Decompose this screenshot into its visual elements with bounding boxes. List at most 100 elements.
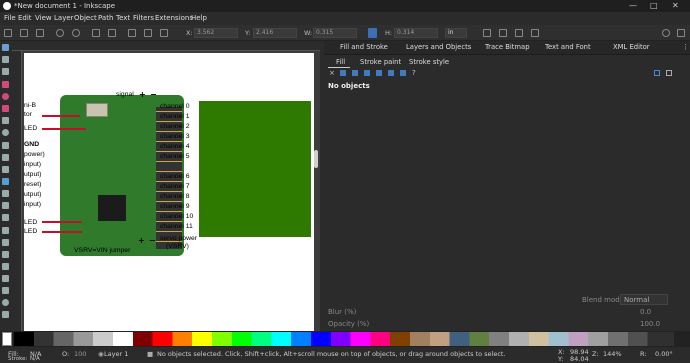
radial-gradient-icon[interactable] (364, 70, 370, 76)
green-rectangle[interactable] (199, 101, 311, 237)
document-page[interactable]: signal + − ni-B tor LED GND power) input… (24, 53, 314, 331)
channel-label: channel 0 (160, 103, 190, 110)
measure-tool-icon[interactable] (2, 287, 9, 294)
transform-stroke-icon[interactable] (483, 29, 491, 37)
menu-object[interactable]: Object (74, 14, 97, 22)
calligraphy-tool-icon[interactable] (2, 166, 9, 173)
snap-toggle-icon[interactable] (677, 29, 685, 37)
text-tool-icon[interactable] (2, 178, 9, 185)
rectangle-tool-icon[interactable] (2, 81, 9, 88)
menu-file[interactable]: File (4, 14, 16, 22)
palette-swatches[interactable] (14, 332, 674, 346)
rotate-ccw-icon[interactable] (56, 29, 64, 37)
gradient-tool-icon[interactable] (2, 239, 9, 246)
maximize-button[interactable]: □ (650, 1, 658, 10)
no-color-swatch[interactable] (2, 332, 12, 346)
pencil-tool-icon[interactable] (2, 154, 9, 161)
lower-icon[interactable] (160, 29, 168, 37)
blend-mode-select[interactable]: Normal (620, 294, 668, 305)
flat-color-icon[interactable] (340, 70, 346, 76)
pages-tool-icon[interactable] (2, 311, 9, 318)
h-field[interactable]: 0.314 (394, 28, 438, 38)
tab-trace-bitmap[interactable]: Trace Bitmap (485, 43, 530, 51)
star-tool-icon[interactable] (2, 105, 9, 112)
flip-horizontal-icon[interactable] (92, 29, 100, 37)
tab-fill-and-stroke[interactable]: Fill and Stroke (340, 43, 388, 51)
subtab-fill[interactable]: Fill (336, 58, 345, 66)
subtab-stroke-paint[interactable]: Stroke paint (360, 58, 401, 66)
menu-path[interactable]: Path (98, 14, 113, 22)
x-field[interactable]: 3.562 (194, 28, 238, 38)
close-button[interactable]: ✕ (672, 1, 679, 10)
fill-rule-evenodd-icon[interactable] (654, 70, 660, 76)
tab-text-and-font[interactable]: Text and Font (545, 43, 591, 51)
subtab-stroke-style[interactable]: Stroke style (409, 58, 449, 66)
w-label: W: (304, 29, 313, 37)
shape-builder-icon[interactable] (2, 202, 9, 209)
y-field[interactable]: 2.416 (253, 28, 297, 38)
selector-tool-icon[interactable] (2, 44, 9, 51)
connector-tool-icon[interactable] (2, 275, 9, 282)
mesh-tool-icon[interactable] (2, 251, 9, 258)
vertical-scrollbar[interactable] (314, 150, 318, 168)
toolbox (0, 41, 12, 331)
zoom-field[interactable]: 144% (603, 350, 622, 358)
spray-tool-icon[interactable] (2, 190, 9, 197)
lock-ratio-icon[interactable] (368, 28, 377, 38)
3d-box-tool-icon[interactable] (2, 117, 9, 124)
tab-layers-and-objects[interactable]: Layers and Objects (406, 43, 471, 51)
unset-paint-icon[interactable]: ? (412, 69, 416, 77)
opacity-status-value[interactable]: 100 (74, 350, 96, 358)
pattern-icon[interactable] (388, 70, 394, 76)
blur-value[interactable]: 0.0 (640, 308, 651, 316)
transform-pattern-icon[interactable] (531, 29, 539, 37)
rotate-cw-icon[interactable] (72, 29, 80, 37)
linear-gradient-icon[interactable] (352, 70, 358, 76)
select-all-icon[interactable] (4, 29, 12, 37)
menu-extensions[interactable]: Extensions (155, 14, 193, 22)
horizontal-ruler[interactable] (12, 41, 320, 51)
fill-rule-nonzero-icon[interactable] (666, 70, 672, 76)
menu-filters[interactable]: Filters (133, 14, 154, 22)
no-paint-icon[interactable]: × (329, 69, 335, 77)
flip-vertical-icon[interactable] (108, 29, 116, 37)
layer-select[interactable]: Layer 1 (104, 350, 128, 358)
node-tool-icon[interactable] (2, 56, 9, 63)
dock-menu-icon[interactable]: ⋮ (682, 43, 689, 51)
tab-xml-editor[interactable]: XML Editor (613, 43, 650, 51)
w-field[interactable]: 0.315 (313, 28, 357, 38)
menu-bar: File Edit View Layer Object Path Text Fi… (0, 12, 690, 25)
rotation-field[interactable]: 0.00° (655, 350, 673, 358)
paint-bucket-icon[interactable] (2, 227, 9, 234)
swatch-icon[interactable] (400, 70, 406, 76)
dropper-tool-icon[interactable] (2, 263, 9, 270)
layer-eye-icon[interactable]: ◉ (98, 350, 104, 358)
menu-help[interactable]: Help (191, 14, 207, 22)
circle-tool-icon[interactable] (2, 93, 9, 100)
menu-text[interactable]: Text (116, 14, 130, 22)
menu-layer[interactable]: Layer (54, 14, 74, 22)
deselect-icon[interactable] (36, 29, 44, 37)
opacity-value[interactable]: 100.0 (640, 320, 660, 328)
eraser-tool-icon[interactable] (2, 214, 9, 221)
zoom-tool-icon[interactable] (2, 299, 9, 306)
layer-lock-icon[interactable]: ■ (147, 350, 153, 358)
menu-edit[interactable]: Edit (18, 14, 32, 22)
vertical-ruler[interactable] (12, 51, 22, 331)
raise-icon[interactable] (144, 29, 152, 37)
channel-label: channel 10 (160, 213, 194, 220)
menu-view[interactable]: View (35, 14, 52, 22)
transform-gradient-icon[interactable] (515, 29, 523, 37)
transform-corners-icon[interactable] (499, 29, 507, 37)
stroke-value[interactable]: N/A (30, 356, 40, 362)
mesh-gradient-icon[interactable] (376, 70, 382, 76)
minimize-button[interactable]: — (629, 1, 637, 10)
commands-bar-icon[interactable] (662, 29, 670, 37)
spiral-tool-icon[interactable] (2, 129, 9, 136)
raise-to-top-icon[interactable] (128, 29, 136, 37)
unit-select[interactable]: in (445, 28, 467, 38)
color-palette[interactable] (0, 331, 690, 347)
select-all-layers-icon[interactable] (20, 29, 28, 37)
pen-tool-icon[interactable] (2, 142, 9, 149)
tweak-tool-icon[interactable] (2, 68, 9, 75)
